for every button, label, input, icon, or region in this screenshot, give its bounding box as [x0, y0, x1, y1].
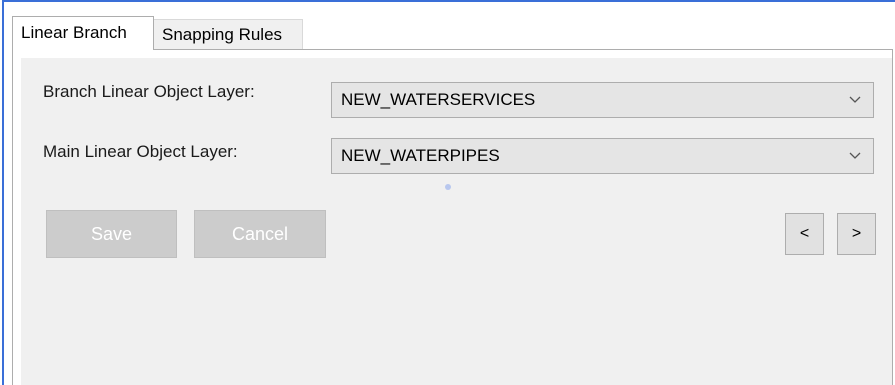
branch-layer-label: Branch Linear Object Layer: [43, 82, 255, 101]
tab-linear-branch[interactable]: Linear Branch [12, 16, 154, 50]
dialog-window: Linear Branch Snapping Rules Branch Line… [0, 0, 895, 385]
window-border-top [2, 0, 895, 2]
main-layer-label: Main Linear Object Layer: [43, 142, 238, 161]
tab-panel: Branch Linear Object Layer: NEW_WATERSER… [12, 49, 893, 385]
next-button[interactable]: > [837, 213, 876, 255]
decorative-dot [445, 184, 451, 190]
cancel-button[interactable]: Cancel [194, 210, 326, 258]
branch-layer-dropdown[interactable]: NEW_WATERSERVICES [331, 82, 874, 118]
tab-panel-content: Branch Linear Object Layer: NEW_WATERSER… [21, 58, 892, 385]
save-button[interactable]: Save [46, 210, 177, 258]
chevron-down-icon [847, 83, 863, 117]
main-layer-value: NEW_WATERPIPES [341, 146, 500, 165]
branch-layer-value: NEW_WATERSERVICES [341, 90, 536, 109]
main-layer-dropdown[interactable]: NEW_WATERPIPES [331, 138, 874, 174]
chevron-down-icon [847, 139, 863, 173]
window-border-left [2, 0, 4, 385]
tab-snapping-rules[interactable]: Snapping Rules [153, 19, 303, 49]
previous-button[interactable]: < [785, 213, 824, 255]
